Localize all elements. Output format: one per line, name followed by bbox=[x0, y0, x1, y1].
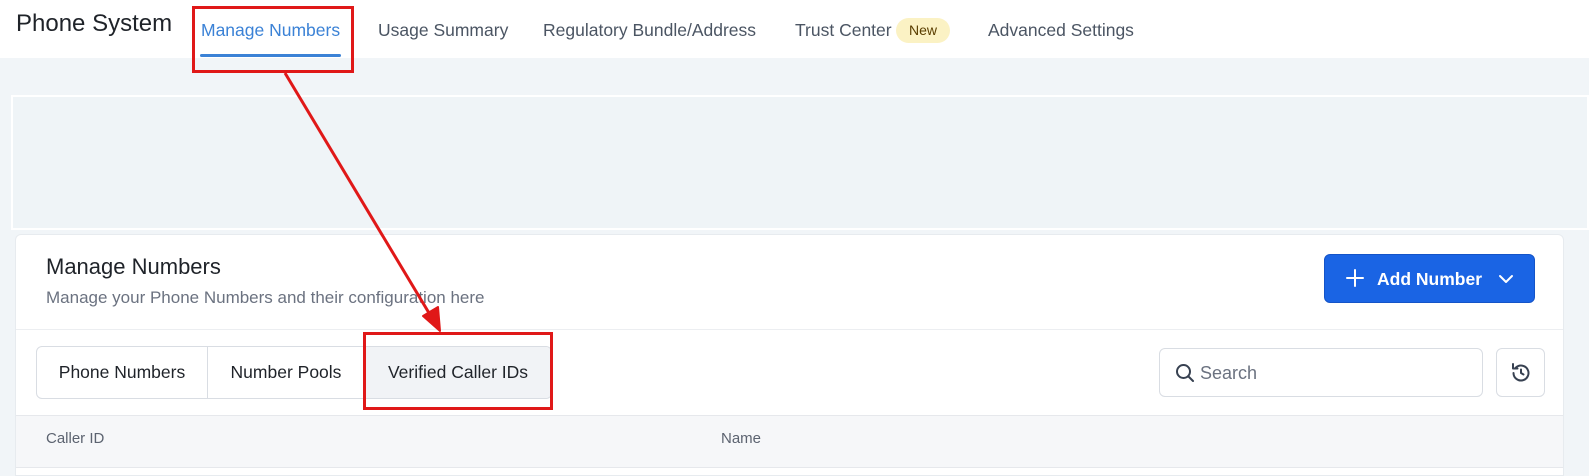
plus-icon bbox=[1346, 269, 1364, 287]
card-title: Manage Numbers bbox=[46, 254, 221, 279]
refresh-button[interactable] bbox=[1496, 348, 1545, 397]
card-subtitle: Manage your Phone Numbers and their conf… bbox=[46, 288, 485, 307]
banner-area bbox=[11, 95, 1589, 230]
subtab-phone-numbers[interactable]: Phone Numbers bbox=[37, 347, 208, 398]
search-input[interactable] bbox=[1200, 359, 1470, 387]
new-badge: New bbox=[896, 18, 950, 43]
card-header-divider bbox=[16, 329, 1563, 330]
search-icon bbox=[1176, 364, 1194, 382]
chevron-down-icon[interactable] bbox=[1497, 270, 1515, 288]
column-header-name[interactable]: Name bbox=[721, 430, 761, 447]
app-title: Phone System bbox=[16, 10, 173, 37]
tab-regulatory-bundle-address[interactable]: Regulatory Bundle/Address bbox=[543, 20, 756, 41]
tab-advanced-settings[interactable]: Advanced Settings bbox=[988, 20, 1134, 41]
number-type-tabs: Phone Numbers Number Pools Verified Call… bbox=[36, 346, 552, 399]
table-header bbox=[16, 415, 1563, 468]
tab-usage-summary[interactable]: Usage Summary bbox=[378, 20, 508, 41]
refresh-icon bbox=[1512, 363, 1530, 382]
column-header-caller-id[interactable]: Caller ID bbox=[46, 430, 104, 447]
tab-manage-numbers[interactable]: Manage Numbers bbox=[201, 20, 340, 41]
active-tab-underline bbox=[200, 54, 341, 57]
subtab-number-pools[interactable]: Number Pools bbox=[208, 347, 365, 398]
search-box bbox=[1159, 348, 1483, 397]
subtab-verified-caller-ids[interactable]: Verified Caller IDs bbox=[365, 347, 551, 398]
add-number-label: Add Number bbox=[1377, 269, 1482, 289]
add-number-button[interactable]: Add Number bbox=[1324, 254, 1535, 303]
tab-trust-center[interactable]: Trust Center bbox=[795, 20, 892, 41]
